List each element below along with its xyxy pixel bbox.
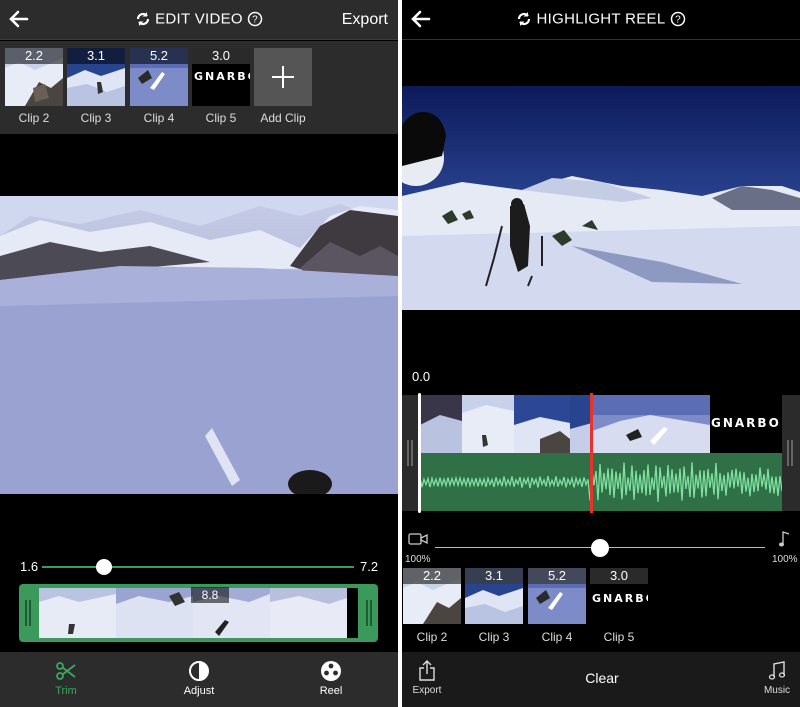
bottom-tab-bar: Trim Adjust Reel xyxy=(0,652,398,707)
page-title: EDIT VIDEO ? xyxy=(0,10,398,28)
clip-label: Clip 5 xyxy=(205,111,237,125)
trim-slider-row: 1.6 7.2 xyxy=(0,556,398,578)
music-volume-value: 100% xyxy=(772,554,798,565)
clip-item[interactable]: 5.2 Clip 4 xyxy=(130,48,188,128)
timeline-start-marker[interactable] xyxy=(418,393,421,513)
tab-adjust[interactable]: Adjust xyxy=(159,660,239,697)
video-volume-value: 100% xyxy=(405,554,431,565)
trim-slider-track[interactable] xyxy=(42,566,354,568)
time-readout: 0.0 xyxy=(412,369,431,384)
tab-label: Adjust xyxy=(183,685,215,697)
clip-label: Clip 2 xyxy=(18,111,50,125)
grip-lines xyxy=(787,440,793,466)
timeline-handle-right[interactable] xyxy=(782,395,800,511)
clip-label: Clip 5 xyxy=(603,630,635,644)
reel-header: HIGHLIGHT REEL ? xyxy=(402,0,800,40)
plus-icon xyxy=(272,66,294,88)
trim-handle-right[interactable] xyxy=(366,600,372,626)
clip-duration: 2.2 xyxy=(403,568,461,584)
clip-duration: 5.2 xyxy=(130,48,188,64)
reel-clip-item[interactable]: 5.2 Clip 4 xyxy=(528,568,586,648)
reel-timeline[interactable]: GNARBO xyxy=(402,393,800,513)
clip-item[interactable]: 2.2 Clip 2 xyxy=(5,48,63,128)
music-notes-icon xyxy=(768,661,786,680)
audio-waveform xyxy=(420,453,782,511)
tab-label: Reel xyxy=(319,685,343,697)
share-icon xyxy=(419,660,435,681)
gnarbox-logo-text: GNARBC xyxy=(592,592,648,605)
export-label: Export xyxy=(412,685,442,696)
video-preview[interactable] xyxy=(0,196,398,494)
audio-mix-slider-knob[interactable] xyxy=(591,539,609,557)
svg-text:?: ? xyxy=(252,15,258,26)
clip-label: Clip 4 xyxy=(541,630,573,644)
audio-mix-slider-row: 100% 100% xyxy=(402,530,800,566)
export-button[interactable]: Export xyxy=(410,660,444,696)
clip-duration: 3.1 xyxy=(67,48,125,64)
clip-label: Clip 3 xyxy=(80,111,112,125)
sync-icon xyxy=(517,12,531,27)
music-label: Music xyxy=(763,685,791,696)
reel-video-preview[interactable] xyxy=(402,86,800,310)
playhead[interactable] xyxy=(590,393,593,513)
clip-duration: 3.0 xyxy=(590,568,648,584)
reel-clip-item[interactable]: 2.2 Clip 2 xyxy=(403,568,461,648)
export-button[interactable]: Export xyxy=(342,11,388,29)
scissors-icon xyxy=(56,662,76,680)
clip-strip: 2.2 Clip 2 3.1 Clip 3 5.2 Clip 4 GNARB 3… xyxy=(0,41,398,134)
clip-label: Clip 3 xyxy=(478,630,510,644)
clip-duration: 3.1 xyxy=(465,568,523,584)
music-button[interactable]: Music xyxy=(760,660,794,696)
edit-header: EDIT VIDEO ? Export xyxy=(0,0,398,40)
page-title: HIGHLIGHT REEL ? xyxy=(402,10,800,28)
tab-reel[interactable]: Reel xyxy=(291,660,371,697)
trim-handle-left[interactable] xyxy=(25,600,31,626)
trim-end-value: 7.2 xyxy=(360,559,379,574)
clip-label: Clip 4 xyxy=(143,111,175,125)
highlight-reel-screen: HIGHLIGHT REEL ? 0.0 GNARBO 100% 100% 2.… xyxy=(402,0,800,707)
clip-duration: 2.2 xyxy=(5,48,63,64)
clip-item[interactable]: 3.1 Clip 3 xyxy=(67,48,125,128)
clip-duration: 5.2 xyxy=(528,568,586,584)
help-icon[interactable]: ? xyxy=(670,11,686,27)
music-note-icon xyxy=(779,531,790,547)
grip-lines xyxy=(407,440,413,466)
sync-icon xyxy=(136,12,149,27)
reel-bottom-bar: Export Clear Music xyxy=(402,652,800,707)
half-circle-icon xyxy=(189,661,209,681)
timeline-video-track[interactable]: GNARBO xyxy=(420,395,782,453)
video-camera-icon xyxy=(408,533,428,545)
reel-icon xyxy=(321,661,341,681)
tab-trim[interactable]: Trim xyxy=(26,660,106,697)
clip-item[interactable]: GNARBC 3.0 Clip 5 xyxy=(192,48,250,128)
reel-clip-item[interactable]: GNARBC 3.0 Clip 5 xyxy=(590,568,648,648)
reel-clip-item[interactable]: 3.1 Clip 3 xyxy=(465,568,523,648)
gnarbox-logo-text: GNARBC xyxy=(194,70,250,83)
clip-label: Clip 2 xyxy=(416,630,448,644)
add-clip-button[interactable]: Add Clip xyxy=(254,48,312,128)
trim-start-value: 1.6 xyxy=(20,559,39,574)
title-text: EDIT VIDEO xyxy=(155,10,243,28)
trim-slider-knob[interactable] xyxy=(96,559,112,575)
trim-duration: 8.8 xyxy=(191,587,229,603)
title-text: HIGHLIGHT REEL xyxy=(536,10,666,28)
clip-duration: 3.0 xyxy=(192,48,250,64)
svg-text:?: ? xyxy=(675,15,681,26)
gnarbox-logo-text: GNARBO xyxy=(711,416,781,430)
clear-button[interactable]: Clear xyxy=(572,670,632,686)
trim-range-selector[interactable]: 8.8 xyxy=(19,584,378,642)
tab-label: Trim xyxy=(55,685,77,697)
add-clip-label: Add Clip xyxy=(260,111,306,125)
edit-video-screen: EDIT VIDEO ? Export 2.2 Clip 2 3.1 Clip … xyxy=(0,0,398,707)
add-clip-tile xyxy=(254,48,312,106)
timeline-audio-track[interactable] xyxy=(420,453,782,511)
help-icon[interactable]: ? xyxy=(247,11,263,27)
